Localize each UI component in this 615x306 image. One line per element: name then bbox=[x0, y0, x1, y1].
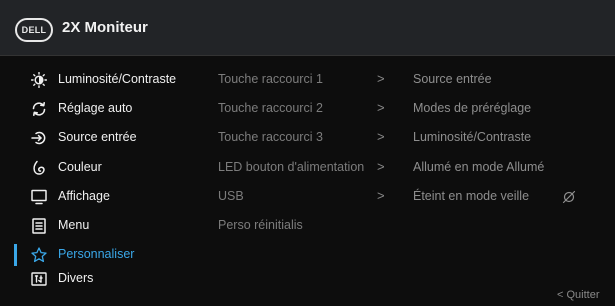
quit-button[interactable]: < Quitter bbox=[557, 289, 600, 301]
submenu-value: Éteint en mode veille bbox=[413, 189, 530, 203]
menu-item-auto-adjust[interactable]: Réglage auto bbox=[0, 95, 215, 123]
submenu-value: Allumé en mode Allumé bbox=[413, 160, 545, 174]
submenu-value: Luminosité/Contraste bbox=[413, 130, 532, 144]
submenu-shortcut-key-3[interactable]: Touche raccourci 3 bbox=[218, 130, 323, 144]
submenu-shortcut-key-1[interactable]: Touche raccourci 1 bbox=[218, 72, 323, 86]
submenu-power-button-led[interactable]: LED bouton d'alimentation bbox=[218, 160, 364, 174]
auto-adjust-icon bbox=[31, 101, 47, 117]
menu-item-label: Luminosité/Contraste bbox=[58, 72, 177, 86]
active-indicator bbox=[14, 244, 17, 266]
display-icon bbox=[31, 189, 47, 205]
menu-item-menu[interactable]: Menu bbox=[0, 212, 215, 240]
menu-item-label: Couleur bbox=[58, 160, 102, 174]
menu-item-input-source[interactable]: Source entrée bbox=[0, 124, 215, 152]
menu-item-label: Menu bbox=[58, 218, 90, 232]
chevron-right-icon: > bbox=[377, 71, 385, 86]
brightness-icon bbox=[31, 72, 47, 88]
menu-item-label: Réglage auto bbox=[58, 101, 133, 115]
monitor-osd: DELL 2X Moniteur Luminosité/Contraste Ré… bbox=[0, 0, 615, 306]
submenu-personalize-reset[interactable]: Perso réinitialis bbox=[218, 218, 303, 232]
menu-item-label: Affichage bbox=[58, 189, 110, 203]
menu-item-label: Personnaliser bbox=[58, 247, 135, 261]
chevron-right-icon: > bbox=[377, 100, 385, 115]
chevron-right-icon: > bbox=[377, 188, 385, 203]
input-source-icon bbox=[31, 130, 47, 146]
chevron-right-icon: > bbox=[377, 159, 385, 174]
menu-icon bbox=[31, 218, 47, 234]
submenu-usb[interactable]: USB bbox=[218, 189, 244, 203]
star-icon bbox=[31, 247, 47, 263]
menu-item-label: Source entrée bbox=[58, 130, 137, 144]
menu-item-display[interactable]: Affichage bbox=[0, 183, 215, 211]
menu-item-brightness-contrast[interactable]: Luminosité/Contraste bbox=[0, 66, 215, 94]
menu-item-label: Divers bbox=[58, 271, 94, 285]
osd-header: DELL 2X Moniteur bbox=[0, 0, 615, 56]
color-icon bbox=[31, 160, 47, 176]
others-icon bbox=[31, 271, 47, 287]
chevron-right-icon: > bbox=[377, 129, 385, 144]
submenu-shortcut-key-2[interactable]: Touche raccourci 2 bbox=[218, 101, 323, 115]
monitor-title: 2X Moniteur bbox=[62, 19, 148, 36]
submenu-value: Source entrée bbox=[413, 72, 492, 86]
menu-item-others[interactable]: Divers bbox=[0, 265, 215, 293]
dell-logo: DELL bbox=[15, 18, 53, 42]
menu-item-color[interactable]: Couleur bbox=[0, 154, 215, 182]
standby-icon bbox=[562, 190, 576, 204]
submenu-value: Modes de préréglage bbox=[413, 101, 532, 115]
